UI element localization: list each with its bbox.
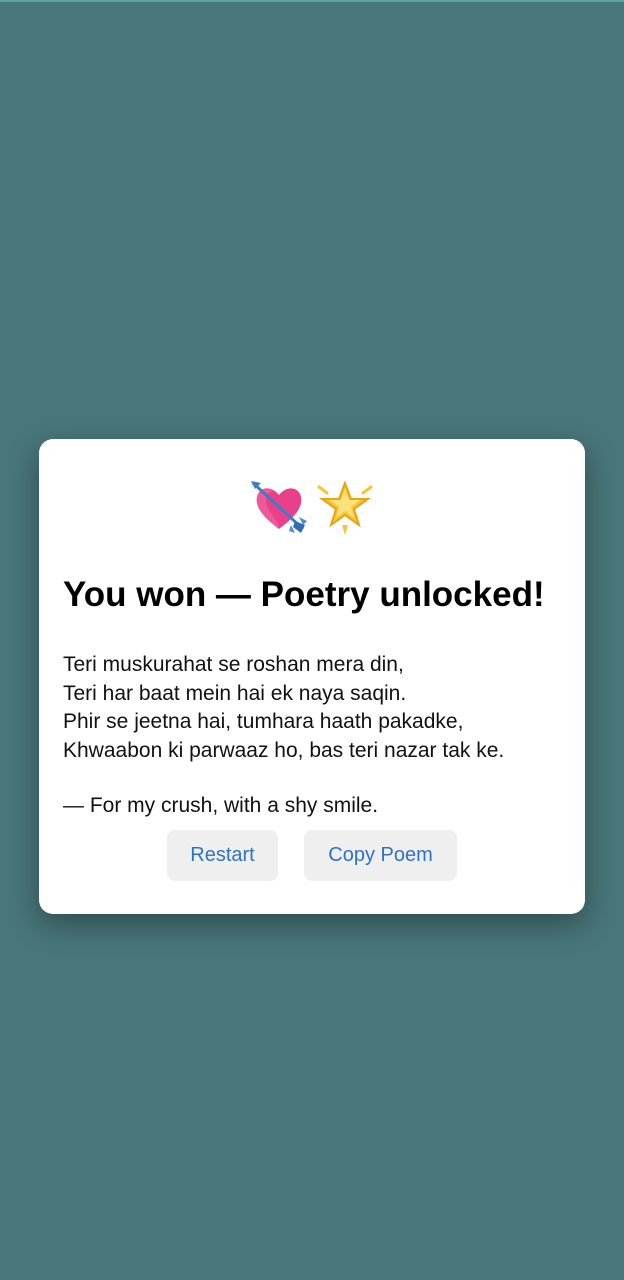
poem-line: Teri har baat mein hai ek naya saqin. <box>63 681 407 705</box>
top-edge-line <box>0 0 624 2</box>
poem-signature: — For my crush, with a shy smile. <box>63 794 379 817</box>
glowing-star-icon <box>315 477 375 537</box>
dialog-title: You won — Poetry unlocked! <box>63 575 545 614</box>
poem-text: Teri muskurahat se roshan mera din, Teri… <box>63 651 573 765</box>
restart-button[interactable]: Restart <box>167 830 278 881</box>
poetry-unlocked-dialog: You won — Poetry unlocked! Teri muskurah… <box>39 439 585 914</box>
copy-poem-button[interactable]: Copy Poem <box>304 830 457 881</box>
heart-with-arrow-icon <box>249 477 309 537</box>
poem-line: Teri muskurahat se roshan mera din, <box>63 653 404 676</box>
poem-line: Khwaabon ki parwaaz ho, bas teri nazar t… <box>63 738 505 762</box>
emoji-row <box>39 477 585 537</box>
poem-line: Phir se jeetna hai, tumhara haath pakadk… <box>63 710 464 733</box>
